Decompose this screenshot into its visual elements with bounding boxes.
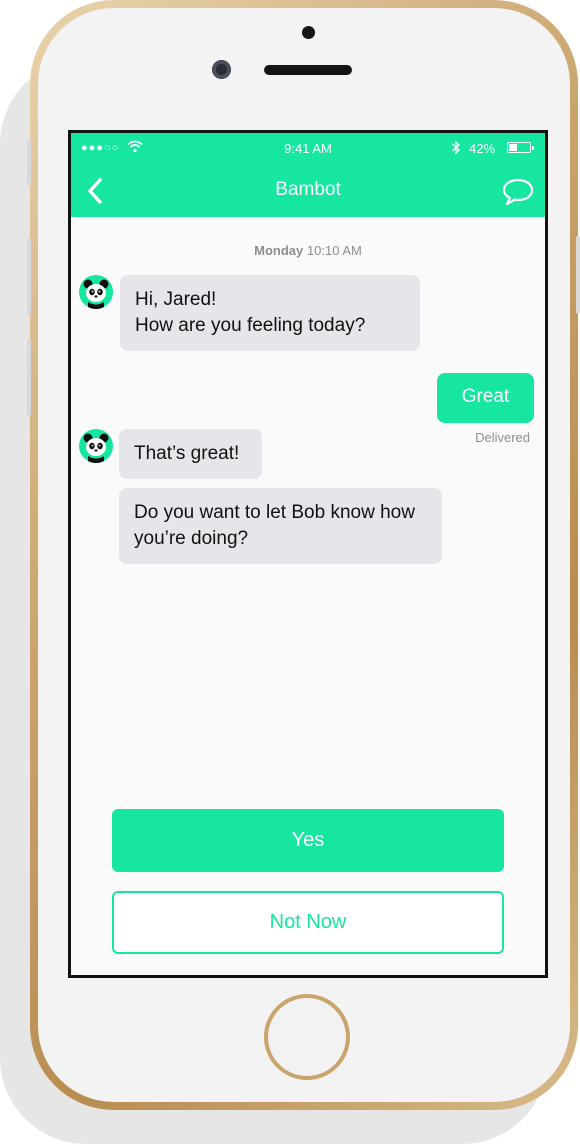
home-button[interactable] [264, 994, 350, 1080]
delivery-status: Delivered [475, 430, 530, 445]
mute-switch [27, 140, 31, 186]
battery-percent: 42% [469, 141, 496, 156]
bot-message-bubble: That’s great! [119, 429, 262, 479]
message-line: Hi, Jared! [135, 289, 217, 310]
bluetooth-icon [451, 140, 461, 158]
message-line: That’s great! [134, 443, 240, 464]
message-line: Great [461, 386, 510, 407]
chevron-left-icon [88, 178, 102, 204]
yes-button[interactable]: Yes [112, 809, 504, 872]
battery-level [509, 144, 517, 151]
earpiece-speaker [264, 65, 352, 75]
chat-timestamp: Monday 10:10 AM [71, 243, 545, 258]
bot-message-bubble: Hi, Jared! How are you feeling today? [120, 275, 420, 351]
speech-bubble-icon [502, 178, 534, 206]
status-bar: ●●●○○ 9:41 AM 42% [71, 133, 545, 165]
volume-down-button [27, 338, 31, 416]
front-camera [212, 60, 231, 79]
phone-screen: ●●●○○ 9:41 AM 42% Bambot Monday 10:10 AM… [68, 130, 548, 978]
timestamp-time: 10:10 AM [306, 243, 362, 258]
message-line: How are you feeling today? [135, 315, 366, 336]
nav-bar: Bambot [71, 165, 545, 217]
bot-avatar[interactable] [79, 275, 113, 309]
chat-button[interactable] [501, 177, 535, 207]
user-message-bubble: Great [437, 373, 534, 423]
bot-avatar[interactable] [79, 429, 113, 463]
bot-message-bubble: Do you want to let Bob know how you’re d… [119, 488, 442, 564]
timestamp-day: Monday [254, 243, 304, 258]
volume-up-button [27, 238, 31, 316]
message-line: Do you want to let Bob know how [134, 502, 415, 523]
panda-avatar-icon [83, 433, 109, 463]
power-button [576, 236, 580, 314]
proximity-sensor [302, 26, 315, 39]
not-now-button[interactable]: Not Now [112, 891, 504, 954]
battery-icon [507, 142, 534, 153]
panda-avatar-icon [83, 279, 109, 309]
mockup-stage: ●●●○○ 9:41 AM 42% Bambot Monday 10:10 AM… [0, 0, 580, 1144]
message-line: you’re doing? [134, 528, 249, 549]
back-button[interactable] [81, 177, 109, 205]
conversation-title: Bambot [275, 179, 341, 200]
